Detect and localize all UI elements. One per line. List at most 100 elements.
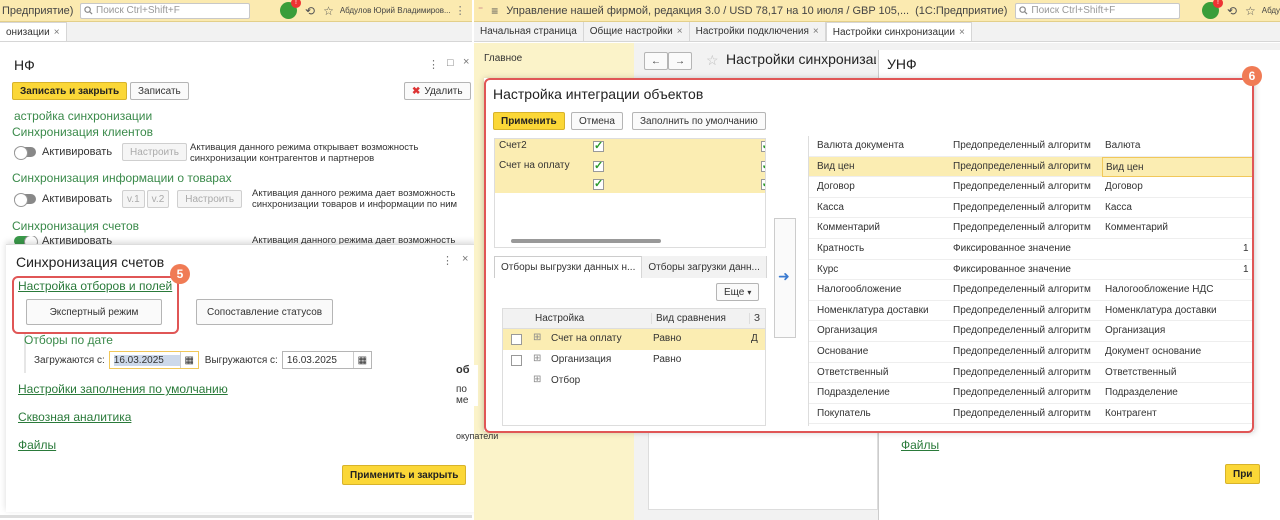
notifications-icon[interactable]: ! (280, 0, 301, 19)
bg-fragment: об по ме (456, 365, 478, 406)
loaded-from-input[interactable]: 16.03.2025 ▦ (108, 351, 199, 369)
forward-arrow-icon[interactable]: → (668, 52, 692, 70)
left-topbar: Предприятие) Поиск Ctrl+Shift+F ! ⟲ ☆ Аб… (0, 0, 472, 22)
left-tabs: онизации × (0, 22, 472, 42)
right-user-name[interactable]: Абду (1262, 6, 1280, 15)
right-app-platform: (1С:Предприятие) (915, 4, 1008, 17)
activate-label: Активировать (42, 146, 113, 158)
left-user-name[interactable]: Абдулов Юрий Владимиров... (340, 6, 451, 15)
step-badge-5: 5 (170, 264, 190, 284)
tab-home[interactable]: Начальная страница (474, 22, 584, 41)
clients-toggle[interactable] (14, 146, 36, 160)
bg-apply-button[interactable]: При (1225, 464, 1261, 484)
tab-label: Настройки синхронизации (832, 26, 955, 38)
form-title: НФ (14, 57, 35, 73)
goods-v2-button[interactable]: v.2 (146, 190, 170, 208)
tab-label: Общие настройки (589, 26, 673, 37)
history-icon[interactable]: ⟲ (1227, 4, 1237, 18)
goods-desc: Активация данного режима дает возможност… (252, 188, 458, 210)
left-app-title: Предприятие) (2, 4, 74, 17)
history-icon[interactable]: ⟲ (305, 4, 315, 18)
left-bottom-line (0, 515, 472, 518)
bg-panel (648, 430, 878, 510)
step-badge-6: 6 (1242, 66, 1262, 86)
search-icon (1019, 6, 1028, 15)
date-row: Загружаются с: 16.03.2025 ▦ Выгружаются … (34, 351, 372, 369)
sync-clients-heading: Синхронизация клиентов (12, 125, 154, 139)
right-app-title: Управление нашей фирмой, редакция 3.0 / … (506, 4, 910, 17)
close-icon[interactable]: × (54, 27, 60, 38)
defaults-link[interactable]: Настройки заполнения по умолчанию (18, 382, 228, 396)
sync-invoices-heading: Синхронизация счетов (12, 219, 140, 233)
goods-row: Активировать v.1 v.2 Настроить (14, 190, 243, 208)
close-form-icon[interactable]: × (463, 56, 469, 68)
notifications-icon[interactable]: ! (1202, 0, 1223, 19)
left-search-input[interactable]: Поиск Ctrl+Shift+F (80, 2, 250, 19)
dialog-close-icon[interactable]: × (462, 253, 468, 265)
clients-desc: Активация данного режима открывает возмо… (190, 142, 419, 164)
files-link[interactable]: Файлы (18, 438, 56, 452)
close-icon[interactable]: × (959, 27, 965, 38)
tab-connection-settings[interactable]: Настройки подключения × (690, 22, 826, 41)
highlight-frame-6 (484, 78, 1254, 433)
bg-fragment-2: по (456, 384, 467, 395)
loaded-from-value: 16.03.2025 (113, 354, 180, 366)
tab-label: онизации (6, 26, 50, 38)
page-title: Настройки синхронизаци (726, 51, 876, 67)
sync-goods-heading: Синхронизация информации о товарах (12, 171, 232, 185)
bookmark-icon[interactable]: ☆ (706, 52, 719, 69)
tab-label: Начальная страница (480, 26, 577, 37)
clients-row: Активировать Настроить (14, 143, 187, 161)
more-icon[interactable]: ⋮ (428, 58, 439, 71)
back-arrow-icon[interactable]: ← (644, 52, 668, 70)
goods-v1-button[interactable]: v.1 (122, 190, 145, 208)
activate-label: Активировать (42, 193, 113, 205)
search-placeholder: Поиск Ctrl+Shift+F (96, 5, 180, 16)
tab-sync-settings[interactable]: Настройки синхронизации × (825, 22, 972, 41)
close-icon[interactable]: × (677, 26, 683, 37)
favorites-icon[interactable]: ☆ (1245, 4, 1256, 18)
search-icon (84, 6, 93, 15)
dialog-title: Синхронизация счетов (16, 254, 165, 270)
calendar-icon[interactable]: ▦ (179, 352, 198, 368)
clients-configure-button[interactable]: Настроить (122, 143, 187, 161)
nav-buttons: ← → (644, 52, 692, 70)
maximize-icon[interactable]: □ (447, 57, 454, 69)
bg-fragment-3: ме (456, 395, 469, 406)
tab-sync[interactable]: онизации × (0, 22, 67, 41)
save-button[interactable]: Записать (130, 82, 189, 100)
dialog-more-icon[interactable]: ⋮ (442, 254, 453, 267)
favorites-icon[interactable]: ☆ (323, 4, 334, 18)
main-menu-icon[interactable]: ≡ (491, 4, 498, 18)
bg-files-link[interactable]: Файлы (901, 438, 939, 452)
delete-button[interactable]: ✖ Удалить (404, 82, 471, 100)
bg-fragment-1: об (456, 364, 470, 376)
right-tabs: Начальная страница Общие настройки × Наст… (474, 22, 1280, 42)
goods-configure-button[interactable]: Настроить (177, 190, 243, 208)
unloaded-from-value: 16.03.2025 (286, 354, 337, 366)
delete-icon: ✖ (412, 85, 421, 97)
date-filters-heading: Отборы по дате (24, 333, 113, 347)
unloaded-from-label: Выгружаются с: (204, 354, 278, 366)
highlight-frame-5 (12, 276, 179, 334)
right-topbar: ⁼ ≡ Управление нашей фирмой, редакция 3.… (474, 0, 1280, 22)
app-logo-icon: ⁼ (478, 5, 484, 16)
delete-label: Удалить (424, 85, 463, 97)
goods-toggle[interactable] (14, 193, 36, 207)
save-close-button[interactable]: Записать и закрыть (12, 82, 128, 100)
tab-label: Настройки подключения (695, 26, 809, 37)
analytics-link[interactable]: Сквозная аналитика (18, 410, 131, 424)
unloaded-from-input[interactable]: 16.03.2025 ▦ (281, 351, 372, 369)
left-menu-icon[interactable]: ⋮ (455, 4, 466, 17)
apply-close-button[interactable]: Применить и закрыть (342, 465, 467, 485)
unf-title: УНФ (887, 56, 917, 72)
settings-heading: астройка синхронизации (14, 109, 153, 123)
sidebar-item-main[interactable]: Главное (484, 53, 522, 64)
calendar-icon[interactable]: ▦ (352, 352, 371, 368)
search-placeholder: Поиск Ctrl+Shift+F (1031, 5, 1116, 16)
status-mapping-button[interactable]: Сопоставление статусов (196, 299, 334, 325)
right-search-input[interactable]: Поиск Ctrl+Shift+F (1015, 2, 1181, 19)
close-icon[interactable]: × (813, 26, 819, 37)
tab-general-settings[interactable]: Общие настройки × (584, 22, 690, 41)
loaded-from-label: Загружаются с: (34, 354, 105, 366)
